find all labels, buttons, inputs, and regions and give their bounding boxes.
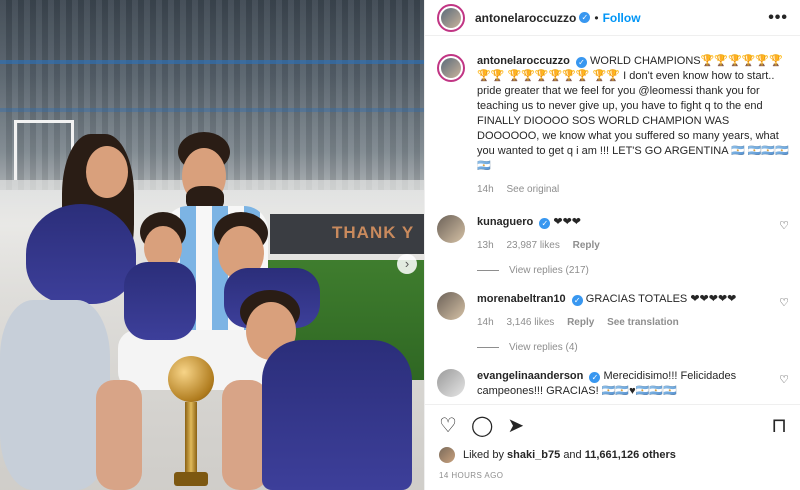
verified-badge-icon: ✓ [589, 372, 601, 383]
comment-likes[interactable]: 3,146 likes [506, 317, 554, 328]
liked-by-user[interactable]: shaki_b75 [507, 449, 560, 461]
avatar[interactable] [437, 215, 465, 243]
comment-text: GRACIAS TOTALES ❤❤❤❤❤ [585, 293, 737, 305]
comment-like-heart-icon[interactable]: ♡ [779, 296, 789, 309]
woman-jeans [0, 300, 110, 490]
post-sidebar: antonelaroccuzzo ✓ • Follow ••• antonela… [424, 0, 800, 490]
comment-username[interactable]: morenabeltran10 [477, 293, 566, 305]
follow-button[interactable]: Follow [603, 11, 641, 25]
view-replies-label[interactable]: View replies (217) [509, 265, 589, 276]
comment-time[interactable]: 13h [477, 240, 494, 251]
comments-list[interactable]: antonelaroccuzzo ✓ WORLD CHAMPIONS🏆🏆🏆🏆🏆🏆… [425, 44, 800, 404]
verified-badge-icon: ✓ [575, 57, 587, 68]
post-timestamp[interactable]: 14 HOURS AGO [439, 471, 787, 480]
share-paper-plane-icon[interactable]: ➤ [507, 416, 524, 436]
avatar[interactable] [437, 369, 465, 397]
comment: evangelinaanderson ✓ Merecidisimo!!! Fel… [437, 369, 789, 399]
post-actions: ♡ ◯ ➤ ⊓ Liked by shaki_b75 and 11,661,12… [425, 404, 800, 490]
post-photo[interactable]: THANK Y › [0, 0, 424, 490]
reply-button[interactable]: Reply [567, 317, 594, 328]
and-label: and [563, 449, 582, 461]
view-replies-link[interactable]: View replies (217) [477, 265, 789, 276]
more-options-icon[interactable]: ••• [768, 9, 788, 27]
woman-face [86, 146, 128, 198]
post-caption: antonelaroccuzzo ✓ WORLD CHAMPIONS🏆🏆🏆🏆🏆🏆… [437, 54, 789, 197]
comment-likes[interactable]: 23,987 likes [506, 240, 559, 251]
likes-count[interactable]: 11,661,126 others [585, 449, 676, 461]
comment-username[interactable]: evangelinaanderson [477, 370, 583, 382]
post-header: antonelaroccuzzo ✓ • Follow ••• [425, 0, 800, 36]
thank-you-banner: THANK Y [270, 214, 424, 254]
author-username[interactable]: antonelaroccuzzo [475, 11, 576, 25]
comment-like-heart-icon[interactable]: ♡ [779, 219, 789, 232]
next-photo-button[interactable]: › [397, 254, 417, 274]
liked-by-label: Liked by [463, 449, 504, 461]
verified-badge-icon: ✓ [571, 295, 583, 306]
liker-avatar[interactable] [439, 447, 455, 463]
see-translation-link[interactable]: See translation [607, 317, 679, 328]
golden-ball-trophy [168, 356, 214, 490]
comment: morenabeltran10 ✓ GRACIAS TOTALES ❤❤❤❤❤ … [437, 292, 789, 330]
caption-username[interactable]: antonelaroccuzzo [477, 55, 570, 67]
comment-time[interactable]: 14h [477, 317, 494, 328]
verified-badge-icon: ✓ [539, 218, 551, 229]
avatar[interactable] [437, 292, 465, 320]
comment: kunaguero ✓ ❤❤❤ 13h 23,987 likes Reply ♡ [437, 215, 789, 253]
see-original-link[interactable]: See original [506, 184, 559, 195]
view-replies-link[interactable]: View replies (4) [477, 342, 789, 353]
avatar[interactable] [437, 54, 465, 82]
comment-bubble-icon[interactable]: ◯ [471, 416, 493, 436]
comment-username[interactable]: kunaguero [477, 216, 533, 228]
separator: • [594, 10, 599, 25]
replies-line [477, 270, 499, 271]
man-leg [96, 380, 142, 490]
bookmark-icon[interactable]: ⊓ [771, 416, 787, 436]
reply-button[interactable]: Reply [573, 240, 600, 251]
caption-text: WORLD CHAMPIONS🏆🏆🏆🏆🏆🏆🏆🏆 🏆🏆🏆🏆🏆🏆 🏆🏆 I don'… [477, 55, 789, 172]
likes-summary: Liked by shaki_b75 and 11,661,126 others [439, 447, 787, 463]
replies-line [477, 347, 499, 348]
comment-like-heart-icon[interactable]: ♡ [779, 373, 789, 386]
avatar[interactable] [437, 3, 465, 32]
stadium-band [0, 108, 424, 112]
comment-text: ❤❤❤ [553, 216, 582, 228]
woman-jersey [26, 204, 136, 304]
caption-time[interactable]: 14h [477, 184, 494, 195]
view-replies-label[interactable]: View replies (4) [509, 342, 578, 353]
boy-jersey [262, 340, 412, 490]
child-jersey [124, 262, 196, 340]
verified-badge-icon: ✓ [579, 12, 591, 23]
stadium-band [0, 60, 424, 64]
like-heart-icon[interactable]: ♡ [439, 416, 457, 436]
